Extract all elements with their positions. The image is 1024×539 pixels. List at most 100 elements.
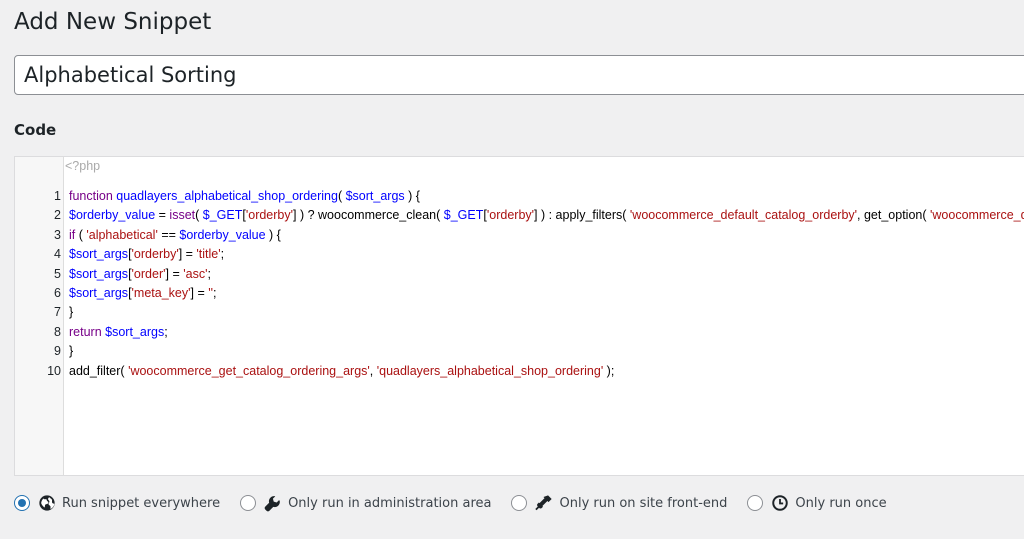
add-snippet-page: Add New Snippet Code <?php 1 function qua…: [0, 0, 1024, 539]
code-token: $_GET: [443, 208, 484, 223]
clock-icon: [771, 494, 789, 512]
code-token: 'asc': [183, 266, 208, 281]
line-number: 2: [54, 208, 61, 223]
code-token: ] =: [178, 247, 197, 262]
code-text: $orderby_value = isset( $_GET['orderby']…: [69, 206, 1024, 225]
code-token: ==: [157, 227, 180, 242]
code-token: 'quadlayers_alphabetical_shop_ordering': [376, 363, 604, 378]
code-token: ) {: [404, 189, 420, 203]
code-line: 10 add_filter( 'woocommerce_get_catalog_o…: [15, 362, 1024, 381]
code-text: }: [69, 342, 73, 361]
admin-appearance-icon: [535, 494, 553, 512]
code-token: $_GET: [202, 208, 243, 223]
code-editor[interactable]: <?php 1 function quadlayers_alphabetical_…: [14, 156, 1024, 476]
code-line: 2 $orderby_value = isset( $_GET['orderby'…: [15, 206, 1024, 225]
code-line: 3 if ( 'alphabetical' == $orderby_value )…: [15, 226, 1024, 245]
code-line: 1 function quadlayers_alphabetical_shop_o…: [15, 187, 1024, 206]
code-token: $sort_args: [69, 247, 129, 262]
code-token: add_filter(: [69, 363, 129, 378]
line-number: 7: [54, 305, 61, 320]
code-token: 'meta_key': [131, 285, 191, 300]
code-token: 'order': [131, 266, 166, 281]
code-token: 'orderby': [131, 247, 179, 262]
code-token: }: [69, 344, 74, 359]
code-token: 'woocommerce_default_catalog_orderby': [629, 208, 858, 223]
code-text: $sort_args['meta_key'] = '';: [69, 284, 217, 303]
line-number: 10: [47, 363, 61, 378]
code-token: 'title': [196, 247, 221, 262]
line-number: 4: [54, 247, 61, 262]
radio-button[interactable]: [747, 495, 764, 511]
code-token: ;: [164, 324, 168, 339]
code-section-heading: Code: [14, 121, 57, 139]
code-token: ] =: [165, 266, 184, 281]
php-open-tag: <?php: [65, 159, 101, 173]
code-token: ;: [213, 285, 217, 300]
code-token: }: [69, 305, 74, 320]
code-lines: 1 function quadlayers_alphabetical_shop_o…: [15, 187, 1024, 381]
run-option-globe[interactable]: Run snippet everywhere: [14, 494, 220, 512]
page-title: Add New Snippet: [14, 9, 212, 35]
code-line: 4 $sort_args['orderby'] = 'title';: [15, 245, 1024, 264]
code-line: 8 return $sort_args;: [15, 323, 1024, 342]
code-token: 'orderby': [486, 208, 535, 223]
code-token: (: [75, 227, 87, 242]
code-token: $sort_args: [105, 324, 165, 339]
code-text: add_filter( 'woocommerce_get_catalog_ord…: [69, 362, 614, 381]
code-line: 5 $sort_args['order'] = 'asc';: [15, 265, 1024, 284]
run-option-label: Only run on site front-end: [559, 495, 728, 511]
code-token: , get_option(: [857, 208, 930, 223]
radio-button[interactable]: [511, 495, 528, 511]
globe-icon: [38, 494, 56, 512]
code-token: 'alphabetical': [86, 227, 158, 242]
run-option-label: Run snippet everywhere: [62, 495, 221, 511]
code-text: $sort_args['order'] = 'asc';: [69, 265, 211, 284]
line-number: 8: [54, 324, 61, 339]
code-token: 'woocommerce_get_catalog_ordering_args': [128, 363, 370, 378]
code-token: $sort_args: [69, 285, 129, 300]
line-number: 3: [54, 227, 61, 242]
code-text: if ( 'alphabetical' == $orderby_value ) …: [69, 226, 281, 245]
code-token: =: [155, 208, 170, 223]
code-token: ,: [369, 363, 377, 378]
code-token: 'woocommerce_default_catalog_orderby': [930, 208, 1024, 223]
code-token: return: [69, 324, 106, 339]
code-token: ;: [220, 247, 225, 262]
wrench-icon: [264, 494, 282, 512]
code-token: $orderby_value: [69, 208, 156, 223]
code-line: 6 $sort_args['meta_key'] = '';: [15, 284, 1024, 303]
code-text: return $sort_args;: [69, 323, 168, 342]
code-token: ] =: [190, 285, 209, 300]
code-token: 'orderby': [245, 208, 294, 223]
code-token: function: [69, 189, 117, 203]
snippet-title-input[interactable]: [14, 55, 1024, 95]
run-option-label: Only run in administration area: [288, 495, 492, 511]
radio-button[interactable]: [240, 495, 257, 511]
code-token: ) {: [265, 227, 281, 242]
run-option-clock[interactable]: Only run once: [747, 494, 887, 512]
code-token: $sort_args: [69, 266, 129, 281]
code-token: (: [337, 189, 346, 203]
code-token: (: [195, 208, 203, 223]
run-option-wrench[interactable]: Only run in administration area: [240, 494, 491, 512]
code-text: }: [69, 303, 73, 322]
code-text: function quadlayers_alphabetical_shop_or…: [69, 187, 420, 206]
code-token: $sort_args: [345, 189, 405, 203]
line-number: 6: [54, 285, 61, 300]
code-line: 7}: [15, 303, 1024, 322]
code-token: isset: [169, 208, 196, 223]
code-text: $sort_args['orderby'] = 'title';: [69, 245, 224, 264]
code-token: ] ) ? woocommerce_clean(: [293, 208, 444, 223]
line-number: 1: [54, 189, 61, 203]
line-number: 5: [54, 266, 61, 281]
code-token: );: [603, 363, 615, 378]
code-token: ;: [207, 266, 211, 281]
radio-button[interactable]: [14, 495, 30, 511]
code-token: ] ) : apply_filters(: [534, 208, 630, 223]
code-token: quadlayers_alphabetical_shop_ordering: [116, 189, 338, 203]
code-line: 9}: [15, 342, 1024, 361]
code-token: $orderby_value: [179, 227, 266, 242]
line-number: 9: [54, 344, 61, 359]
run-option-label: Only run once: [795, 495, 887, 511]
run-option-admin-appearance[interactable]: Only run on site front-end: [511, 494, 727, 512]
